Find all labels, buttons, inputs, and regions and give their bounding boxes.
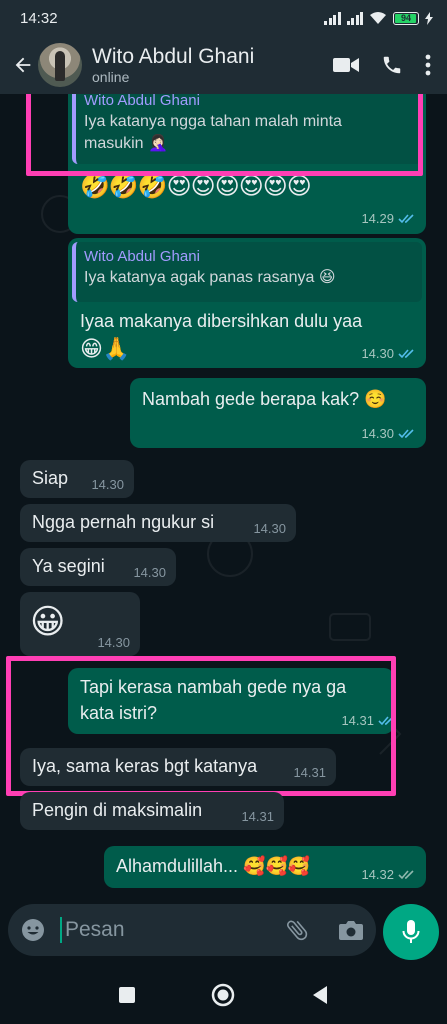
read-ticks-icon <box>398 349 414 359</box>
message-time: 14.31 <box>241 809 274 824</box>
emoji-icon[interactable] <box>20 917 46 943</box>
message-bubble[interactable]: Siap 14.30 <box>20 460 134 498</box>
contact-name: Wito Abdul Ghani <box>92 44 255 68</box>
message-bubble[interactable]: 😀 14.30 <box>20 592 140 656</box>
camera-icon[interactable] <box>338 919 364 941</box>
reply-quote[interactable]: Wito Abdul Ghani Iya katanya agak panas … <box>72 242 422 302</box>
message-time: 14.30 <box>361 346 394 361</box>
message-meta: 14.30 <box>253 521 286 536</box>
more-options-icon[interactable] <box>425 54 431 76</box>
message-text: Ngga pernah ngukur si <box>32 512 215 532</box>
message-time: 14.30 <box>133 565 166 580</box>
message-text: Nambah gede berapa kak? ☺️ <box>142 389 387 409</box>
message-meta: 14.31 <box>241 809 274 824</box>
message-time: 14.30 <box>253 521 286 536</box>
message-meta: 14.30 <box>91 477 124 492</box>
message-meta: 14.30 <box>133 565 166 580</box>
message-text: Iyaa makanya dibersihkan dulu yaa <box>80 311 363 331</box>
message-time: 14.29 <box>361 211 394 226</box>
message-meta: 14.32 <box>361 867 416 882</box>
contact-status: online <box>92 68 130 85</box>
chat-header: Wito Abdul Ghani online <box>0 36 447 94</box>
system-nav-bar <box>0 966 447 1024</box>
battery-icon: 94 <box>393 11 419 25</box>
wifi-icon <box>370 12 386 24</box>
message-bubble[interactable]: Alhamdulillah... 🥰🥰🥰 14.32 <box>104 846 426 888</box>
message-text: Alhamdulillah... 🥰🥰🥰 <box>116 856 311 876</box>
message-time: 14.30 <box>97 635 130 650</box>
contact-avatar[interactable] <box>38 43 82 87</box>
back-button[interactable] <box>10 52 36 78</box>
message-bubble[interactable]: Ya segini 14.30 <box>20 548 176 586</box>
message-text: Siap <box>32 468 69 488</box>
status-time: 14:32 <box>20 9 58 27</box>
message-time: 14.30 <box>361 426 394 441</box>
highlight-box <box>6 656 396 796</box>
message-text: Ya segini <box>32 556 105 576</box>
message-meta: 14.30 <box>361 346 416 361</box>
contact-info[interactable]: Wito Abdul Ghani online <box>92 45 333 86</box>
message-meta: 14.30 <box>97 635 130 650</box>
status-bar: 14:32 94 <box>0 0 447 36</box>
phone-icon[interactable] <box>381 54 403 76</box>
sent-ticks-icon <box>398 870 414 880</box>
charging-icon <box>425 11 433 25</box>
nav-back-icon[interactable] <box>311 985 329 1005</box>
message-input-container[interactable]: Pesan <box>8 904 376 956</box>
message-time: 14.32 <box>361 867 394 882</box>
message-emojis: 🤣🤣🤣😍😍😍😍😍😍 <box>80 173 312 200</box>
battery-level: 94 <box>400 13 411 23</box>
signal-icon <box>324 11 341 25</box>
video-call-icon[interactable] <box>333 56 359 74</box>
message-meta: 14.30 <box>361 426 416 441</box>
message-input[interactable]: Pesan <box>60 917 284 943</box>
nav-home-icon[interactable] <box>211 983 235 1007</box>
message-meta: 14.29 <box>361 211 416 226</box>
message-emoji: 😀 <box>30 603 66 641</box>
composer-bar: Pesan <box>0 898 447 966</box>
nav-recents-icon[interactable] <box>118 986 136 1004</box>
attach-icon[interactable] <box>284 917 310 943</box>
message-emojis: 😁🙏 <box>80 336 131 361</box>
message-bubble[interactable]: Pengin di maksimalin 14.31 <box>20 792 284 830</box>
voice-record-button[interactable] <box>383 904 439 960</box>
signal-icon-2 <box>346 11 363 25</box>
chat-area[interactable]: Wito Abdul Ghani Iya katanya ngga tahan … <box>0 94 447 898</box>
message-time: 14.30 <box>91 477 124 492</box>
message-bubble[interactable]: Nambah gede berapa kak? ☺️ 14.30 <box>130 378 426 448</box>
message-bubble[interactable]: Wito Abdul Ghani Iya katanya agak panas … <box>68 238 426 368</box>
status-icons: 94 <box>324 11 433 25</box>
highlight-box <box>26 94 423 176</box>
message-bubble[interactable]: Ngga pernah ngukur si 14.30 <box>20 504 296 542</box>
read-ticks-icon <box>398 429 414 439</box>
quote-text: Iya katanya agak panas rasanya 😆 <box>84 269 336 286</box>
back-arrow-icon <box>15 57 31 73</box>
read-ticks-icon <box>398 214 414 224</box>
quote-sender: Wito Abdul Ghani <box>84 248 200 265</box>
message-text: Pengin di maksimalin <box>32 800 203 820</box>
mic-icon <box>402 920 420 943</box>
